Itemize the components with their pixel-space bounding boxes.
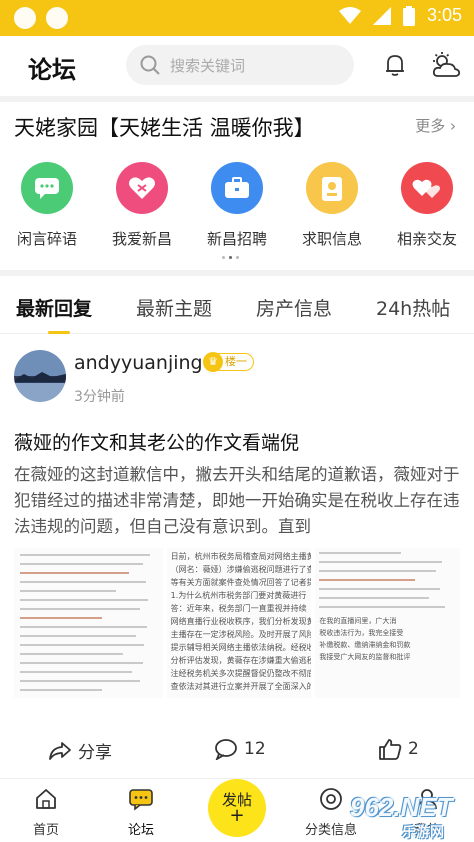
share-label: 分享 [78, 743, 112, 763]
like-button[interactable]: 2 [378, 738, 419, 760]
image-text-line: 答：近年来，税务部门一直重视并持续 [170, 604, 307, 613]
image-text-line: 补缴税款、缴纳滞纳金和罚款 [319, 641, 411, 649]
badge-label: 楼一 [225, 355, 247, 368]
comment-button[interactable]: 12 [214, 738, 266, 760]
image-text-line: 税收违法行为，我完全接受 [319, 629, 404, 637]
thumbs-up-icon [379, 739, 402, 760]
forum-icon [129, 789, 153, 811]
board-job-seek[interactable]: 求职信息 [285, 162, 379, 249]
home-icon [36, 789, 56, 809]
feed-tabs: 最新回复 最新主题 房产信息 24h热帖 [0, 276, 474, 334]
board-label: 相亲交友 [396, 230, 457, 248]
page-title: 论坛 [28, 56, 76, 84]
search-placeholder: 搜索关键词 [170, 57, 246, 75]
post-author[interactable]: andyyuanjing [74, 352, 203, 374]
watermark: 962.NET 乐游网 [342, 790, 470, 842]
image-text-line: 分析评估发现，黄薇存在涉嫌重大偷逃税问 [170, 656, 312, 665]
post-excerpt: 在薇娅的这封道歉信中，撇去开头和结尾的道歉语，薇娅对于犯错经过的描述非常清楚，即… [14, 465, 460, 536]
app-header: 论坛 搜索关键词 [0, 36, 474, 96]
post-card[interactable]: andyyuanjing ♛ 楼一 3分钟前 薇娅的作文和其老公的作文看端倪 在… [0, 334, 474, 774]
tab-real-estate[interactable]: 房产信息 [256, 294, 332, 321]
board-shortcuts: 闲言碎语 我爱新昌 新昌招聘 求职信息 相亲交友 [0, 162, 474, 254]
board-label: 闲言碎语 [16, 230, 77, 248]
board-chat[interactable]: 闲言碎语 [0, 162, 94, 249]
nav-label: 首页 [32, 823, 59, 838]
image-text-line: 提示辅导相关网络主播依法纳税。经税收大 [170, 643, 312, 652]
more-link[interactable]: 更多 › [415, 115, 456, 136]
avatar[interactable] [14, 350, 66, 402]
nav-forum[interactable]: 论坛 [106, 787, 176, 838]
image-text-line: 等有关方面就案件查处情况回答了记者提问。 [170, 578, 312, 587]
category-icon [320, 788, 342, 810]
tab-latest-reply[interactable]: 最新回复 [16, 294, 92, 321]
bell-icon[interactable] [383, 53, 407, 77]
search-input[interactable]: 搜索关键词 [126, 45, 354, 85]
new-post-button[interactable]: 发帖 + [208, 779, 266, 837]
board-dating[interactable]: 相亲交友 [380, 162, 474, 249]
image-text-line: 我接受广大网友的监督和批评 [319, 653, 411, 661]
watermark-subtext: 乐游网 [402, 825, 444, 841]
search-icon [140, 55, 160, 75]
nav-label: 论坛 [127, 823, 154, 838]
signal-icon [372, 6, 391, 25]
more-label: 更多 [415, 117, 446, 135]
community-title: 天姥家园【天姥生活 温暖你我】 [14, 116, 315, 140]
tab-hot-24h[interactable]: 24h热帖 [376, 294, 450, 321]
image-text-line: 1.为什么杭州市税务部门要对黄薇进行 [170, 591, 307, 600]
post-actions: 分享 12 2 [0, 734, 474, 766]
level-badge: ♛ 楼一 [203, 352, 254, 372]
wifi-icon [338, 6, 361, 24]
image-text-line: 查依法对其进行立案并开展了全面深入的税务 [170, 682, 312, 691]
weather-icon[interactable] [430, 51, 462, 79]
image-text-line: 主播存在一定涉税风险。及时开展了风险核查 [170, 630, 312, 639]
watermark-text: 962.NET [350, 792, 453, 822]
notification-icon [46, 7, 68, 29]
briefcase-icon [211, 162, 263, 214]
board-label: 求职信息 [301, 230, 362, 248]
image-text-line: 在我的直播间里，广大消 [319, 617, 397, 625]
badge-icon [306, 162, 358, 214]
comment-count: 12 [244, 739, 266, 759]
chat-icon [21, 162, 73, 214]
comment-icon [215, 739, 237, 760]
share-icon [49, 741, 71, 760]
notification-icon [14, 7, 36, 29]
board-love-city[interactable]: 我爱新昌 [95, 162, 189, 249]
post-image[interactable]: 日前，杭州市税务局稽查局对网络主播黄 （网名：薇娅）涉嫌偷逃税问题进行了查处。 … [166, 548, 312, 698]
pager-dots [222, 256, 239, 259]
post-time: 3分钟前 [74, 389, 125, 405]
image-text-line: 注经税务机关多次提醒督促仍整改不彻底 [170, 669, 312, 678]
image-text-line: 网络直播行业税收秩序，我们分析发现黄薇 [170, 617, 312, 626]
status-time: 3:05 [426, 5, 462, 25]
hearts-icon [401, 162, 453, 214]
battery-icon [402, 5, 415, 26]
heart-icon [116, 162, 168, 214]
post-image[interactable]: 在我的直播间里，广大消 税收违法行为，我完全接受 补缴税款、缴纳滞纳金和罚款 我… [315, 548, 461, 698]
nav-home[interactable]: 首页 [11, 787, 81, 838]
share-button[interactable]: 分享 [48, 738, 112, 763]
tab-latest-topic[interactable]: 最新主题 [136, 294, 212, 321]
crown-icon: ♛ [203, 352, 223, 372]
post-title[interactable]: 薇娅的作文和其老公的作文看端倪 [14, 428, 299, 455]
image-text-line: 日前，杭州市税务局稽查局对网络主播黄 [170, 552, 312, 561]
chevron-right-icon: › [450, 117, 456, 135]
like-count: 2 [408, 739, 419, 759]
post-images[interactable]: 日前，杭州市税务局稽查局对网络主播黄 （网名：薇娅）涉嫌偷逃税问题进行了查处。 … [14, 548, 461, 698]
image-text-line: （网名：薇娅）涉嫌偷逃税问题进行了查处。 [170, 565, 312, 574]
board-label: 新昌招聘 [206, 230, 267, 248]
board-label: 我爱新昌 [111, 230, 172, 248]
plus-icon: + [229, 805, 245, 826]
community-section: 天姥家园【天姥生活 温暖你我】 更多 › 闲言碎语 我爱新昌 新昌招聘 求职信息 [0, 102, 474, 270]
status-bar: 3:05 [0, 0, 474, 36]
post-image[interactable] [14, 548, 163, 698]
board-jobs[interactable]: 新昌招聘 [190, 162, 284, 249]
